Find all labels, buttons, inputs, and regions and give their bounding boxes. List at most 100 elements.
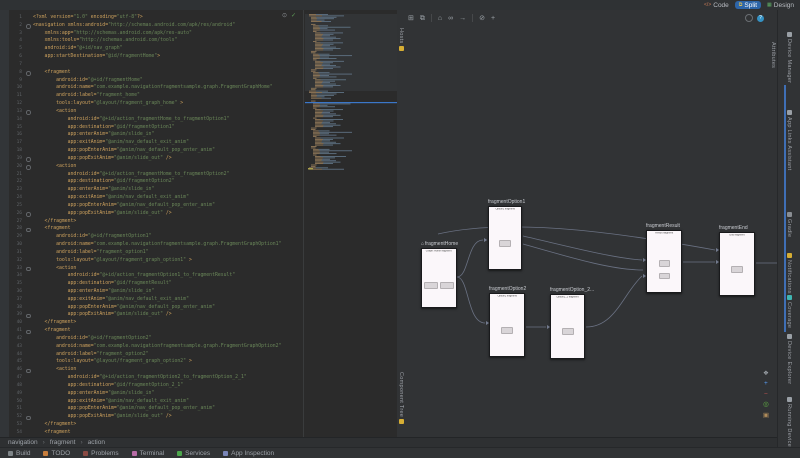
tool-window-button-notifications[interactable]: Notifications <box>786 253 792 294</box>
code-line[interactable]: 18 app:popEnterAnim="@anim/nav_default_p… <box>0 147 305 155</box>
fold-marker-icon[interactable] <box>26 227 31 233</box>
fold-marker-icon[interactable] <box>26 415 31 421</box>
pan-mode-icon[interactable]: + <box>491 15 495 22</box>
tool-window-button-running-devices[interactable]: Running Devices <box>786 397 792 450</box>
code-line[interactable]: 17 app:exitAnim="@anim/nav_default_exit_… <box>0 139 305 147</box>
mode-split-button[interactable]: ⧉ Split <box>734 1 762 9</box>
inspection-eye-icon[interactable]: ⊙ <box>282 12 287 19</box>
zoom-in-icon[interactable]: + <box>764 380 768 388</box>
mode-design-button[interactable]: ▦ Design <box>763 1 798 9</box>
code-line[interactable]: 39 app:popExitAnim="@anim/slide_out" /> <box>0 311 305 319</box>
fold-marker-icon[interactable] <box>26 24 31 29</box>
code-line[interactable]: 21 android:id="@+id/action_fragmentHome_… <box>0 171 305 179</box>
code-line[interactable]: 35 app:destination="@id/fragmentResult" <box>0 280 305 288</box>
graph-node-fragmentOption1[interactable]: fragmentOption1 Option1 fragment <box>488 199 525 270</box>
code-line[interactable]: 41 <fragment <box>0 327 305 335</box>
breadcrumb-item-navigation[interactable]: navigation <box>8 439 38 446</box>
code-line[interactable]: 4 xmlns:tools="http://schemas.android.co… <box>0 37 305 45</box>
code-line[interactable]: 43 android:name="com.example.navigationf… <box>0 343 305 351</box>
code-line[interactable]: 27 </fragment> <box>0 218 305 226</box>
code-line[interactable]: 9 android:id="@+id/fragmentHome" <box>0 77 305 85</box>
code-line[interactable]: 6 app:startDestination="@id/fragmentHome… <box>0 53 305 61</box>
graph-node-fragmentEnd[interactable]: fragmentEnd End fragment <box>719 225 755 296</box>
mode-code-button[interactable]: </> Code <box>700 1 733 9</box>
code-line[interactable]: 53 </fragment> <box>0 421 305 429</box>
new-destination-icon[interactable]: ⊞ <box>408 15 414 22</box>
breadcrumb-item-fragment[interactable]: fragment <box>50 439 76 446</box>
code-line[interactable]: 48 app:destination="@id/fragmentOption_2… <box>0 382 305 390</box>
attributes-tab[interactable]: Attributes <box>770 42 776 68</box>
nav-graph-surface[interactable]: ⌂ fragmentHome Graph: Home fragment fragmen… <box>397 10 777 437</box>
code-line[interactable]: 13 <action <box>0 108 305 116</box>
zoom-to-fit-icon[interactable]: ▣ <box>763 412 769 420</box>
tool-window-button-device-manager[interactable]: Device Manager <box>786 32 792 83</box>
statusbar-item-services[interactable]: Services <box>177 450 210 457</box>
code-line[interactable]: 37 app:exitAnim="@anim/nav_default_exit_… <box>0 296 305 304</box>
render-status-icon[interactable] <box>745 14 753 22</box>
code-line[interactable]: 32 tools:layout="@layout/fragment_graph_… <box>0 257 305 265</box>
code-line[interactable]: 31 android:label="fragment_option1" <box>0 249 305 257</box>
edge-fragmentHome-to-fragmentOption2[interactable] <box>456 276 486 324</box>
code-line[interactable]: 51 app:popEnterAnim="@anim/nav_default_p… <box>0 405 305 413</box>
code-line[interactable]: 24 app:exitAnim="@anim/nav_default_exit_… <box>0 194 305 202</box>
code-area[interactable]: 1 <?xml version="1.0" encoding="utf-8"?> 2… <box>0 14 305 437</box>
code-line[interactable]: 7 <box>0 61 305 69</box>
graph-node-fragmentOption_2_1[interactable]: fragmentOption_2... Option2_1 fragment <box>550 287 594 359</box>
code-line[interactable]: 22 app:destination="@id/fragmentOption2" <box>0 178 305 186</box>
tool-window-button-coverage[interactable]: Coverage <box>786 295 792 328</box>
component-tree-tab[interactable]: Component Tree <box>398 372 404 425</box>
statusbar-item-terminal[interactable]: Terminal <box>131 450 164 457</box>
edge-fragmentHome-to-fragmentOption1[interactable] <box>456 239 484 278</box>
graph-node-fragmentResult[interactable]: fragmentResult Result fragment <box>646 223 682 293</box>
hosts-tab[interactable]: Hosts <box>398 28 404 51</box>
code-line[interactable]: 25 app:popEnterAnim="@anim/nav_default_p… <box>0 202 305 210</box>
code-line[interactable]: 52 app:popExitAnim="@anim/slide_out" /> <box>0 413 305 421</box>
code-minimap[interactable] <box>305 10 397 437</box>
breadcrumb-item-action[interactable]: action <box>88 439 105 446</box>
code-line[interactable]: 28 <fragment <box>0 225 305 233</box>
fold-marker-icon[interactable] <box>26 165 31 170</box>
tool-window-button-gradle[interactable]: Gradle <box>786 211 792 237</box>
code-line[interactable]: 40 </fragment> <box>0 319 305 327</box>
graph-node-fragmentOption2[interactable]: fragmentOption2 Option2 fragment <box>489 286 526 357</box>
code-line[interactable]: 20 <action <box>0 163 305 171</box>
code-line[interactable]: 10 android:name="com.example.navigationf… <box>0 84 305 92</box>
code-line[interactable]: 33 <action <box>0 265 305 273</box>
tool-window-button-device-explorer[interactable]: Device Explorer <box>786 334 792 385</box>
graph-node-fragmentHome[interactable]: ⌂ fragmentHome Graph: Home fragment <box>421 241 458 308</box>
code-line[interactable]: 2 <navigation xmlns:android="http://schem… <box>0 22 305 30</box>
fold-marker-icon[interactable] <box>26 110 31 115</box>
inspection-widget[interactable]: ⊙ ✓ <box>282 12 296 19</box>
code-line[interactable]: 16 app:enterAnim="@anim/slide_in" <box>0 131 305 139</box>
pan-icon[interactable]: ❖ <box>763 370 769 378</box>
code-line[interactable]: 34 android:id="@+id/action_fragmentOptio… <box>0 272 305 280</box>
code-line[interactable]: 50 app:exitAnim="@anim/nav_default_exit_… <box>0 398 305 406</box>
tool-window-button-app-links-assistant[interactable]: App Links Assistant <box>786 110 792 171</box>
xml-editor[interactable]: 1 <?xml version="1.0" encoding="utf-8"?> 2… <box>0 10 305 437</box>
code-line[interactable]: 19 app:popExitAnim="@anim/slide_out" /> <box>0 155 305 163</box>
statusbar-item-problems[interactable]: Problems <box>83 450 119 457</box>
code-line[interactable]: 46 <action <box>0 366 305 374</box>
code-line[interactable]: 3 xmlns:app="http://schemas.android.com/… <box>0 30 305 38</box>
code-line[interactable]: 26 app:popExitAnim="@anim/slide_out" /> <box>0 210 305 218</box>
statusbar-item-todo[interactable]: TODO <box>43 450 70 457</box>
code-line[interactable]: 47 android:id="@+id/action_fragmentOptio… <box>0 374 305 382</box>
code-line[interactable]: 30 android:name="com.example.navigationf… <box>0 241 305 249</box>
code-line[interactable]: 45 tools:layout="@layout/fragment_graph_… <box>0 358 305 366</box>
zoom-out-icon[interactable]: − <box>764 391 768 399</box>
code-line[interactable]: 44 android:label="fragment_option2" <box>0 351 305 359</box>
code-line[interactable]: 42 android:id="@+id/fragmentOption2" <box>0 335 305 343</box>
code-line[interactable]: 12 tools:layout="@layout/fragment_graph_… <box>0 100 305 108</box>
code-line[interactable]: 15 app:destination="@id/fragmentOption1" <box>0 124 305 132</box>
fold-marker-icon[interactable] <box>26 157 31 162</box>
fold-marker-icon[interactable] <box>26 71 31 76</box>
code-line[interactable]: 5 android:id="@+id/nav_graph" <box>0 45 305 53</box>
auto-arrange-icon[interactable]: ∞ <box>448 15 453 22</box>
code-line[interactable]: 11 android:label="fragment_home" <box>0 92 305 100</box>
fold-marker-icon[interactable] <box>26 368 31 374</box>
fold-marker-icon[interactable] <box>26 266 31 272</box>
code-line[interactable]: 38 app:popEnterAnim="@anim/nav_default_p… <box>0 304 305 312</box>
code-line[interactable]: 8 <fragment <box>0 69 305 77</box>
edge-fragmentOption_2_1-to-fragmentResult[interactable] <box>585 275 643 328</box>
code-line[interactable]: 54 <fragment <box>0 429 305 437</box>
